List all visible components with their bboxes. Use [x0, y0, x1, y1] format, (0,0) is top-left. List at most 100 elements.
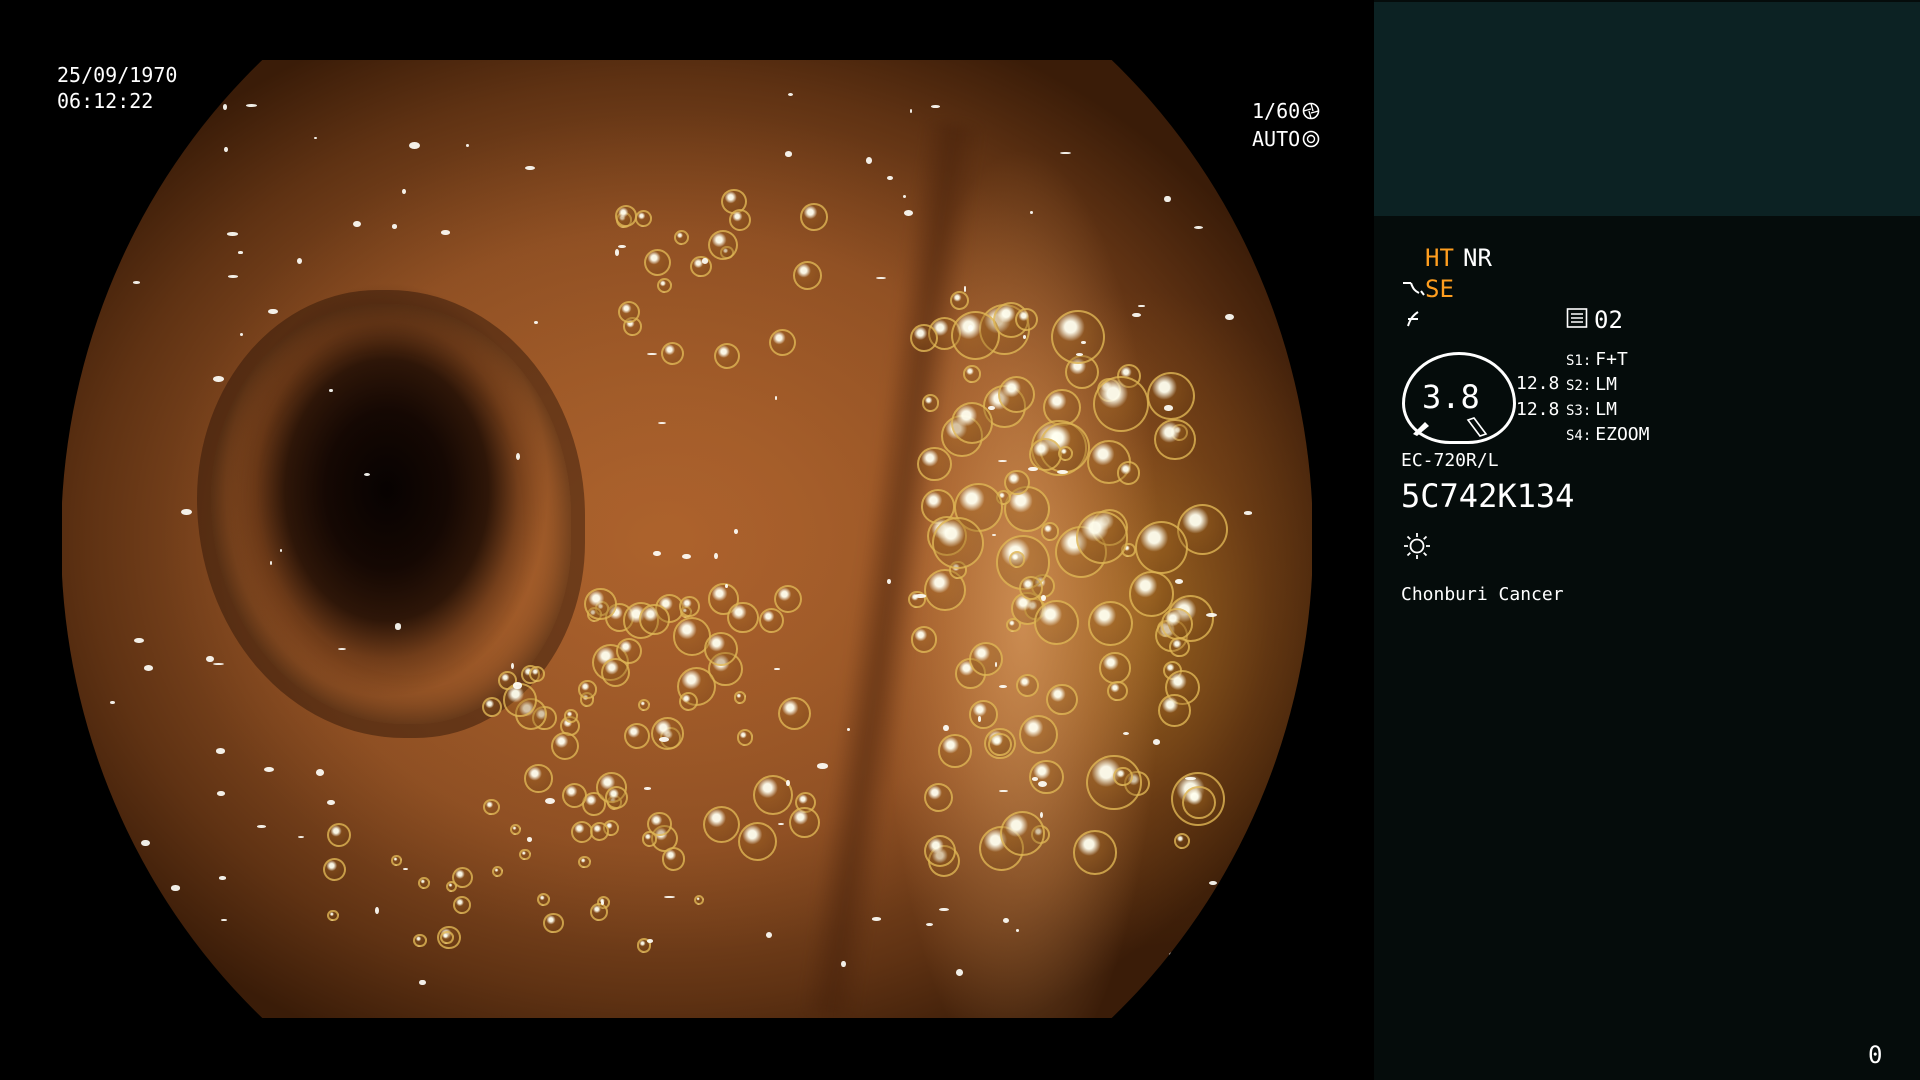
glint [215, 748, 225, 754]
glint [773, 667, 780, 671]
light-icon [1402, 531, 1432, 565]
glint [1138, 304, 1145, 308]
bubble [708, 229, 739, 260]
glint [526, 837, 533, 842]
glint [1185, 776, 1196, 780]
glint [1016, 928, 1020, 932]
glint [785, 779, 790, 787]
switch-s1-value: F+T [1595, 349, 1628, 370]
bubble [968, 641, 1004, 677]
bubble [578, 680, 597, 699]
glint [213, 663, 224, 666]
bubble [921, 394, 940, 412]
bubble [1146, 371, 1196, 421]
bubble [1016, 674, 1040, 698]
glint [1175, 579, 1184, 585]
glint [644, 787, 651, 790]
bubble [777, 696, 811, 731]
glint [652, 550, 662, 557]
glint [664, 895, 675, 899]
glint [545, 797, 556, 804]
bubble [1087, 600, 1134, 646]
glint [714, 552, 718, 560]
glint [817, 763, 829, 769]
bubble [418, 876, 430, 889]
ht-indicator: HT [1425, 244, 1454, 272]
glint [402, 188, 407, 194]
scope-serial: 5C742K134 [1401, 477, 1575, 515]
glint [1153, 738, 1161, 745]
glint [391, 223, 398, 229]
bubble [917, 446, 952, 482]
glint [866, 156, 873, 164]
bubble [643, 249, 671, 277]
bubble [635, 209, 653, 227]
glint [268, 308, 279, 315]
glint [1164, 195, 1171, 203]
bubble [650, 717, 684, 750]
bubble [690, 255, 712, 278]
value-bottom: 12.8 [1516, 399, 1560, 420]
institution-name: Chonburi Cancer [1401, 584, 1564, 605]
glint [903, 194, 907, 199]
bubble [326, 909, 339, 922]
glint [1029, 210, 1033, 214]
glint [533, 321, 538, 325]
glint [511, 662, 514, 669]
bubble [1161, 608, 1193, 640]
frame-counter: 0 [1868, 1041, 1883, 1069]
glint [1002, 917, 1009, 923]
glint [938, 907, 950, 912]
glint [264, 766, 274, 772]
endoscope-video-area: 25/09/1970 06:12:22 1/60 AUTO [0, 0, 1374, 1080]
bubble [1157, 694, 1191, 727]
glint [733, 529, 739, 535]
glint [903, 210, 913, 216]
glint [137, 932, 147, 936]
bubble [637, 699, 650, 712]
glint [785, 151, 793, 157]
glint [774, 396, 777, 400]
bubble [969, 700, 998, 729]
bubble [641, 831, 658, 847]
switch-s1-label: S1: [1566, 353, 1592, 369]
bubble [736, 728, 754, 746]
bubble [1116, 461, 1141, 485]
overlay-time: 06:12:22 [57, 89, 154, 113]
glint [915, 593, 926, 598]
bubble [1034, 599, 1080, 645]
bubble [1174, 833, 1191, 850]
glint [1208, 880, 1218, 886]
glint [872, 917, 882, 921]
glint [181, 508, 192, 515]
glint [787, 93, 794, 97]
bubble [728, 209, 751, 232]
glint [777, 822, 784, 825]
glint [1057, 469, 1068, 474]
bubble [1154, 418, 1196, 461]
glint [1041, 594, 1046, 601]
glint [1164, 404, 1173, 411]
glint [220, 919, 227, 922]
bubble [1040, 522, 1060, 541]
glint [226, 232, 238, 236]
glint [314, 136, 317, 140]
glint [246, 103, 258, 107]
info-panel [1374, 0, 1920, 1080]
bubble [590, 903, 609, 922]
bubble [564, 709, 578, 723]
glint [269, 560, 272, 565]
glint [876, 276, 887, 280]
bubble [800, 202, 828, 231]
bubble [550, 732, 579, 761]
glint [515, 453, 520, 461]
glint [239, 332, 243, 336]
bubble [1107, 680, 1128, 702]
bubble [1113, 766, 1133, 786]
overlay-shutter: 1/60 [1252, 98, 1320, 126]
value-top: 12.8 [1516, 373, 1560, 394]
bubble [963, 365, 981, 383]
bubble [584, 587, 617, 620]
bubble [536, 893, 551, 907]
bubble [1018, 575, 1044, 601]
